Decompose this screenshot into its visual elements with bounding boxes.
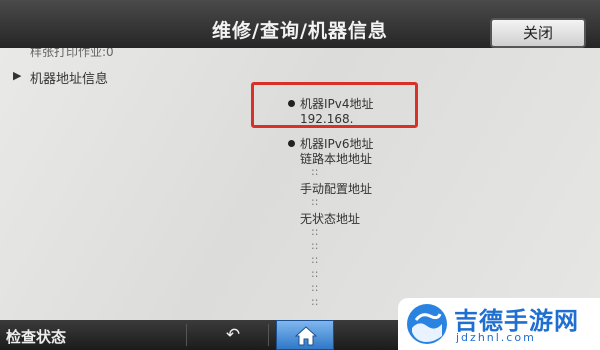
brand-domain: jdzhnl.com [456, 331, 536, 344]
home-button[interactable] [276, 320, 334, 350]
stateless-value: :: [311, 281, 319, 294]
expand-arrow-icon[interactable]: ▶ [13, 69, 21, 82]
back-arrow-icon: ↶ [225, 325, 241, 345]
stateless-value: :: [311, 239, 319, 252]
stateless-address-label: 无状态地址 [300, 212, 361, 226]
close-button[interactable]: 关闭 [490, 18, 586, 48]
printer-control-panel: 维修/查询/机器信息 关闭 样张打印作业:0 ▶ 机器地址信息 机器IPv4地址… [0, 0, 600, 350]
home-icon [295, 326, 317, 346]
stateless-value: :: [311, 295, 319, 308]
divider [186, 324, 187, 346]
sample-print-jobs-line: 样张打印作业:0 [30, 48, 114, 59]
logo-mark-icon [407, 304, 447, 344]
stateless-value: :: [311, 253, 319, 266]
manual-address-value: :: [311, 195, 319, 208]
machine-address-section[interactable]: 机器地址信息 [30, 68, 108, 87]
ipv4-highlight-box [251, 82, 418, 128]
stateless-value: :: [311, 225, 319, 238]
site-watermark-logo: 吉德手游网 jdzhnl.com [398, 298, 600, 350]
link-local-value: :: [311, 165, 319, 178]
header-bar: 维修/查询/机器信息 关闭 [0, 0, 600, 49]
back-button[interactable]: ↶ [204, 322, 262, 348]
machine-info-panel: 样张打印作业:0 ▶ 机器地址信息 机器IPv4地址 192.168. 机器IP… [0, 48, 600, 320]
check-status-button[interactable]: 检查状态 [6, 326, 66, 347]
bullet-icon [288, 140, 295, 147]
stateless-value: :: [311, 267, 319, 280]
divider [268, 324, 269, 346]
